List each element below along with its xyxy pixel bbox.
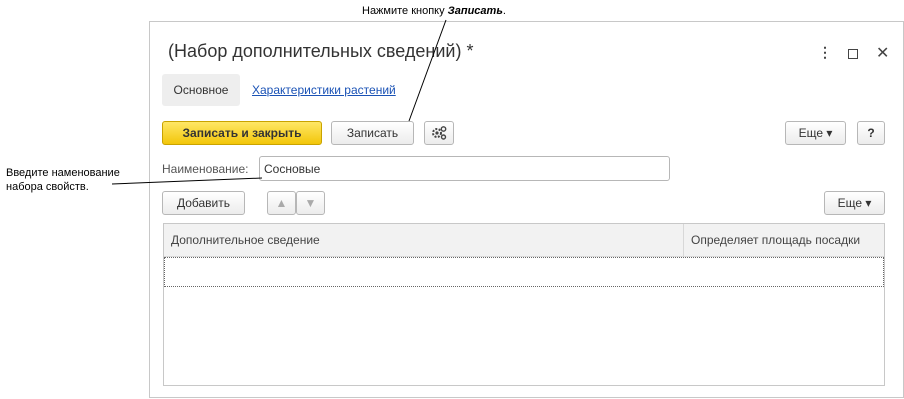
name-input[interactable] (259, 156, 670, 181)
callout-save-hint: Нажмите кнопку Записать. (362, 4, 506, 18)
settings-button[interactable] (424, 121, 454, 145)
tab-plant-characteristics[interactable]: Характеристики растений (252, 74, 396, 106)
move-down-icon[interactable]: ▼ (296, 191, 325, 215)
callout-name-hint: Введите наменование набора свойств. (6, 167, 120, 193)
table-row[interactable] (164, 257, 884, 287)
form-window: (Набор дополнительных сведений) * ⋮ ✕ Ос… (149, 21, 904, 398)
table-more-actions-button[interactable]: Еще ▾ (824, 191, 885, 215)
close-icon[interactable]: ✕ (876, 43, 889, 63)
more-options-icon[interactable]: ⋮ (818, 44, 832, 61)
callout-save-emphasis: Записать (447, 5, 503, 17)
callout-save-suffix: . (502, 5, 506, 17)
name-label: Наименование: (162, 162, 249, 176)
window-title: (Набор дополнительных сведений) * (168, 41, 474, 61)
callout-save-prefix: Нажмите кнопку (362, 5, 448, 17)
move-up-icon[interactable]: ▲ (267, 191, 296, 215)
gear-icon (432, 126, 447, 140)
properties-table[interactable]: Дополнительное сведение Определяет площа… (163, 223, 885, 386)
maximize-icon[interactable] (848, 49, 858, 59)
help-button[interactable]: ? (857, 121, 885, 145)
add-row-button[interactable]: Добавить (162, 191, 245, 215)
save-and-close-button[interactable]: Записать и закрыть (162, 121, 322, 145)
save-button[interactable]: Записать (331, 121, 414, 145)
more-actions-button[interactable]: Еще ▾ (785, 121, 846, 145)
column-header-defines-area[interactable]: Определяет площадь посадки (684, 224, 884, 256)
tab-main[interactable]: Основное (162, 74, 240, 106)
table-header: Дополнительное сведение Определяет площа… (164, 224, 884, 257)
column-header-property[interactable]: Дополнительное сведение (164, 224, 684, 256)
